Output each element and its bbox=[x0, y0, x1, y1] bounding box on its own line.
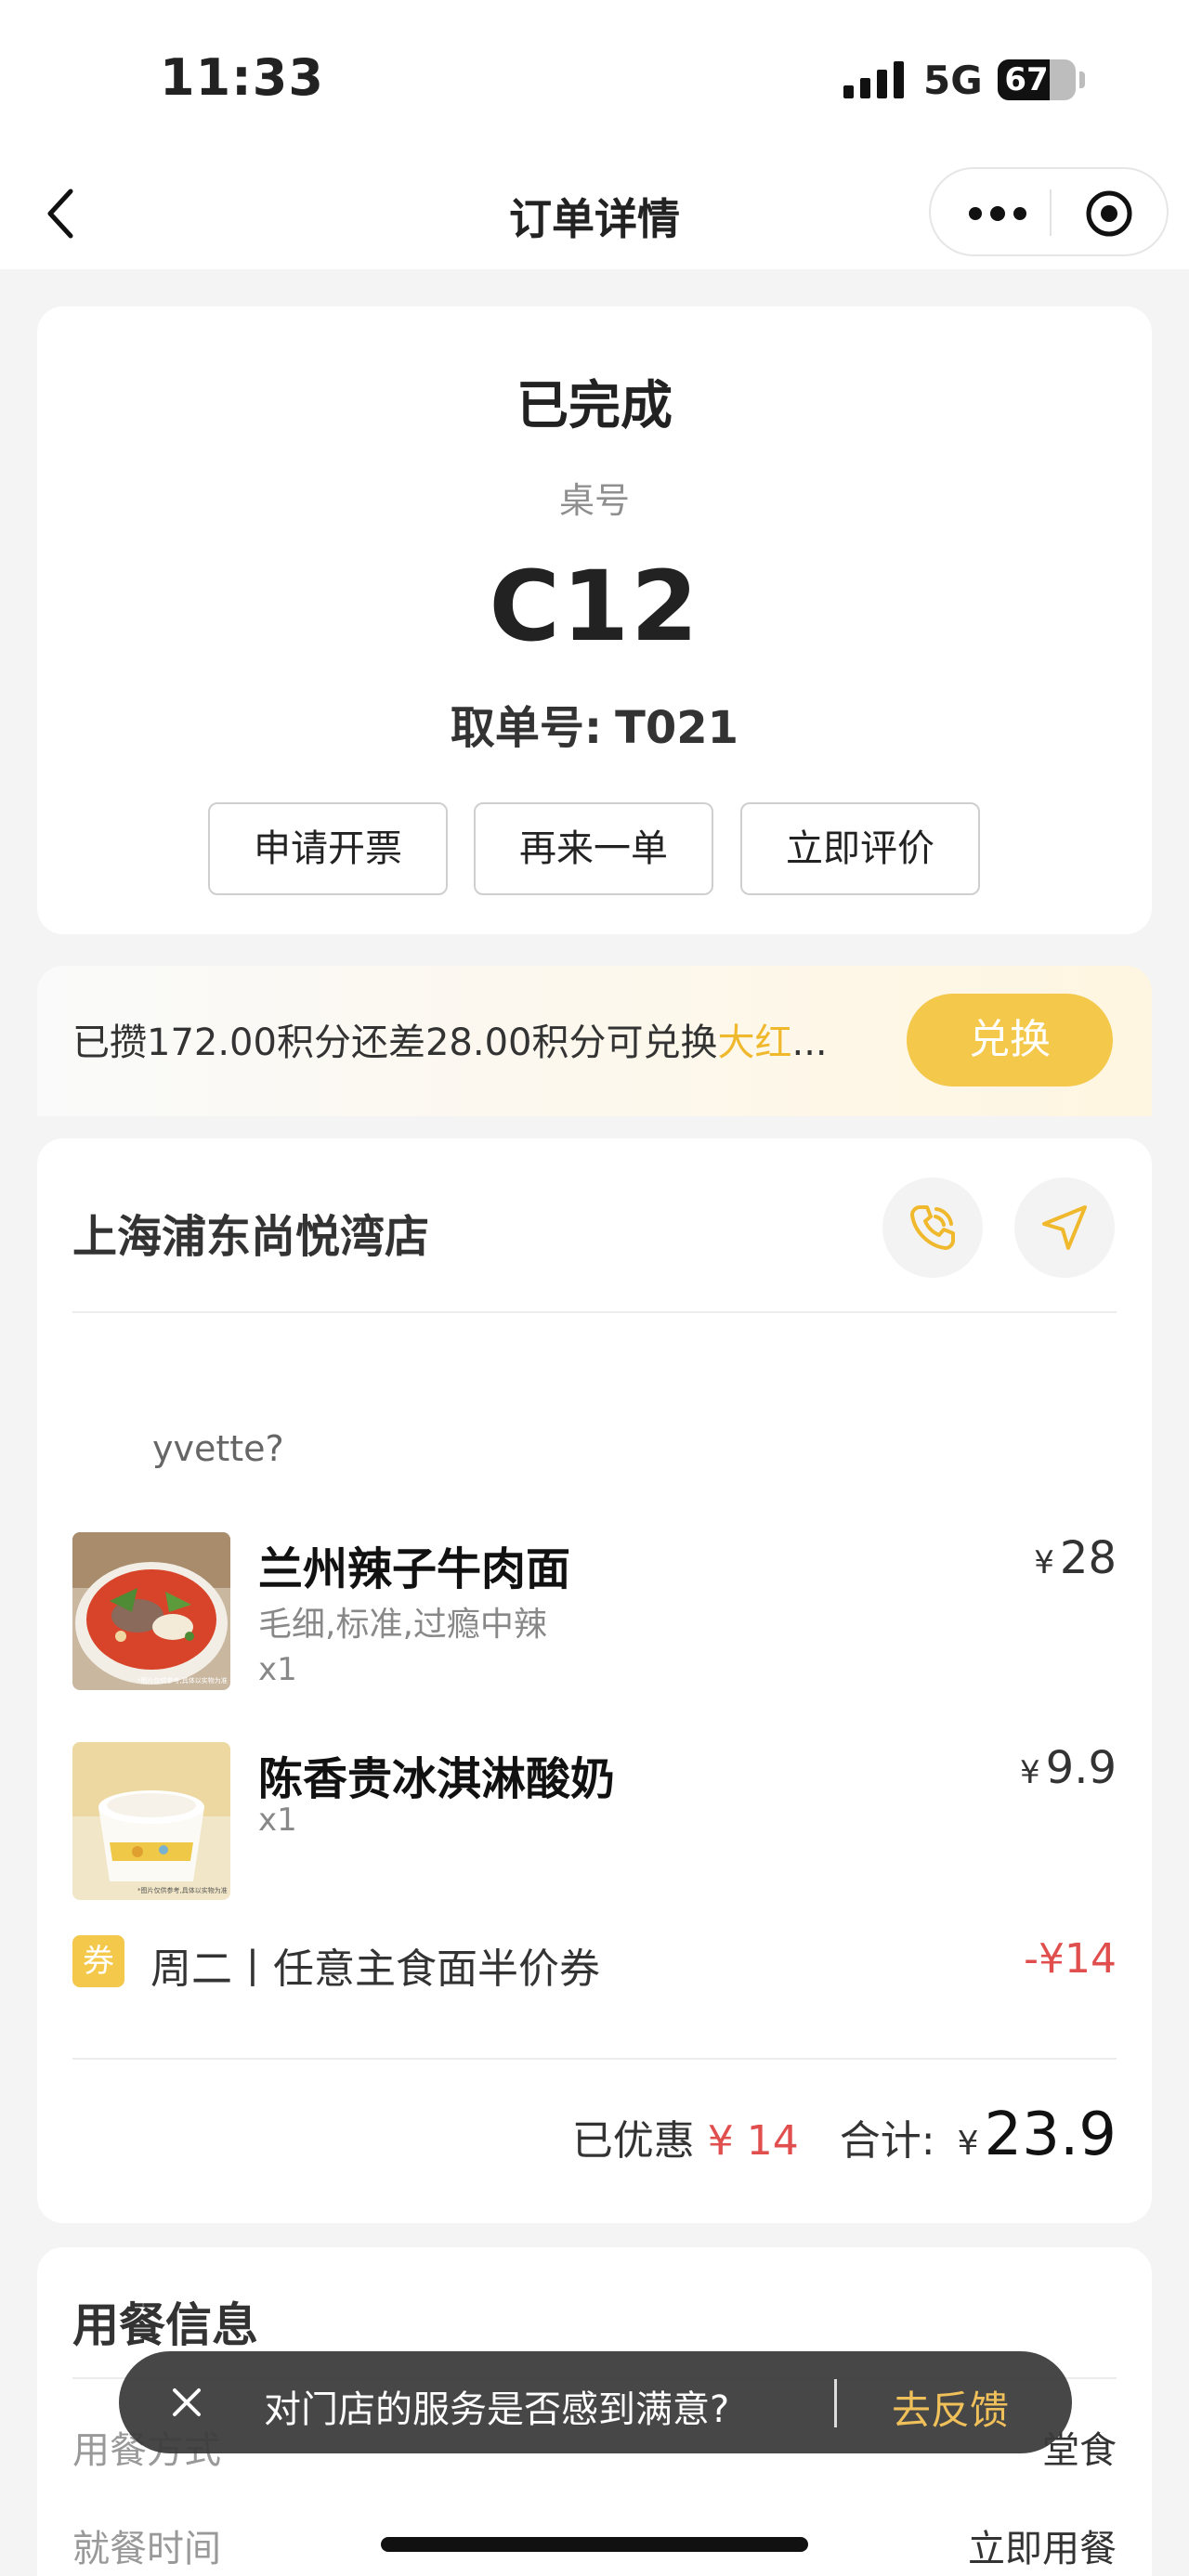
item-quantity: x1 bbox=[258, 1802, 297, 1839]
nav-bar: 订单详情 bbox=[0, 158, 1189, 269]
mini-program-capsule bbox=[929, 167, 1169, 256]
call-store-button[interactable] bbox=[882, 1177, 983, 1278]
close-icon[interactable] bbox=[165, 2381, 208, 2424]
pickup-number-value: T021 bbox=[615, 702, 739, 754]
coupon-name: 周二丨任意主食面半价券 bbox=[150, 1945, 600, 1993]
toast-divider bbox=[834, 2379, 837, 2427]
item-price: ¥9.9 bbox=[1020, 1742, 1117, 1794]
navigation-icon bbox=[1042, 1205, 1087, 1250]
more-icon[interactable] bbox=[968, 204, 1027, 223]
discount-currency: ¥ bbox=[707, 2117, 734, 2165]
coupon-amount: -¥14 bbox=[1024, 1935, 1117, 1983]
customer-name: yvette? bbox=[152, 1428, 284, 1469]
item-spec: 毛细,标准,过瘾中辣 bbox=[258, 1606, 547, 1644]
points-text: 已攒172.00积分还差28.00积分可兑换 bbox=[72, 1021, 718, 1064]
status-time: 11:33 bbox=[160, 48, 324, 107]
item-price-currency: ¥ bbox=[1020, 1754, 1040, 1791]
order-summary: 已优惠 ¥ 14 合计: ¥23.9 bbox=[572, 2101, 1117, 2169]
signal-icon bbox=[843, 61, 904, 98]
pickup-number-label: 取单号: bbox=[450, 702, 603, 754]
status-bar: 11:33 5G 67 bbox=[0, 0, 1189, 158]
item-name: 陈香贵冰淇淋酸奶 bbox=[258, 1753, 616, 1805]
close-target-icon[interactable] bbox=[1085, 189, 1133, 238]
item-price-value: 28 bbox=[1059, 1532, 1117, 1584]
phone-icon bbox=[910, 1205, 955, 1250]
total-label: 合计: bbox=[839, 2117, 935, 2165]
network-label: 5G bbox=[923, 58, 983, 103]
item-price-value: 9.9 bbox=[1045, 1742, 1117, 1794]
yogurt-image: *图片仅供参考,具体以实物为准 bbox=[72, 1742, 230, 1900]
reorder-button[interactable]: 再来一单 bbox=[474, 802, 713, 895]
battery-tip bbox=[1079, 72, 1085, 88]
coupon-icon: 券 bbox=[72, 1935, 124, 1987]
item-name: 兰州辣子牛肉面 bbox=[258, 1543, 571, 1595]
points-ellipsis: ... bbox=[791, 1021, 828, 1064]
points-message: 已攒172.00积分还差28.00积分可兑换大红... bbox=[72, 1012, 828, 1066]
discount-value: 14 bbox=[746, 2117, 799, 2165]
order-detail-card: 上海浦东尚悦湾店 yvette? *图片仅供参考,具体以实物为准 兰州辣子牛肉面… bbox=[37, 1138, 1152, 2223]
dining-time-value: 立即用餐 bbox=[968, 2528, 1117, 2570]
feedback-prompt: 对门店的服务是否感到满意? bbox=[264, 2388, 730, 2431]
battery-level: 67 bbox=[1004, 61, 1049, 98]
store-name: 上海浦东尚悦湾店 bbox=[72, 1211, 430, 1263]
yogurt-image-caption: *图片仅供参考,具体以实物为准 bbox=[137, 1886, 228, 1894]
item-price: ¥28 bbox=[1034, 1532, 1117, 1584]
item-quantity: x1 bbox=[258, 1651, 297, 1688]
review-button[interactable]: 立即评价 bbox=[740, 802, 980, 895]
battery-icon: 67 bbox=[998, 59, 1076, 100]
feedback-button[interactable]: 去反馈 bbox=[892, 2379, 1009, 2436]
beef-noodle-image: *图片仅供参考,具体以实物为准 bbox=[72, 1532, 230, 1690]
summary-divider bbox=[72, 2058, 1117, 2060]
exchange-button[interactable]: 兑换 bbox=[907, 994, 1113, 1086]
table-number-label: 桌号 bbox=[558, 480, 630, 521]
points-highlight: 大红 bbox=[717, 1021, 792, 1064]
discount-label: 已优惠 bbox=[571, 2117, 695, 2165]
dining-time-label: 就餐时间 bbox=[72, 2528, 221, 2570]
points-banner: 已攒172.00积分还差28.00积分可兑换大红... 兑换 bbox=[37, 966, 1152, 1116]
total-currency: ¥ bbox=[957, 2125, 979, 2163]
item-price-currency: ¥ bbox=[1034, 1544, 1054, 1581]
invoice-button[interactable]: 申请开票 bbox=[208, 802, 448, 895]
order-status-card: 已完成 桌号 C12 取单号: T021 申请开票 再来一单 立即评价 bbox=[37, 306, 1152, 934]
beef-noodle-image-caption: *图片仅供参考,具体以实物为准 bbox=[137, 1676, 228, 1685]
table-number: C12 bbox=[489, 550, 700, 663]
navigate-button[interactable] bbox=[1014, 1177, 1115, 1278]
home-indicator bbox=[381, 2537, 808, 2552]
dining-info-title: 用餐信息 bbox=[72, 2298, 258, 2352]
capsule-divider bbox=[1050, 189, 1052, 236]
pickup-number: 取单号: T021 bbox=[37, 691, 1152, 756]
store-divider bbox=[72, 1311, 1117, 1313]
total-amount: 23.9 bbox=[984, 2101, 1117, 2169]
feedback-toast: 对门店的服务是否感到满意? 去反馈 bbox=[119, 2351, 1072, 2453]
order-status-title: 已完成 bbox=[516, 376, 673, 436]
